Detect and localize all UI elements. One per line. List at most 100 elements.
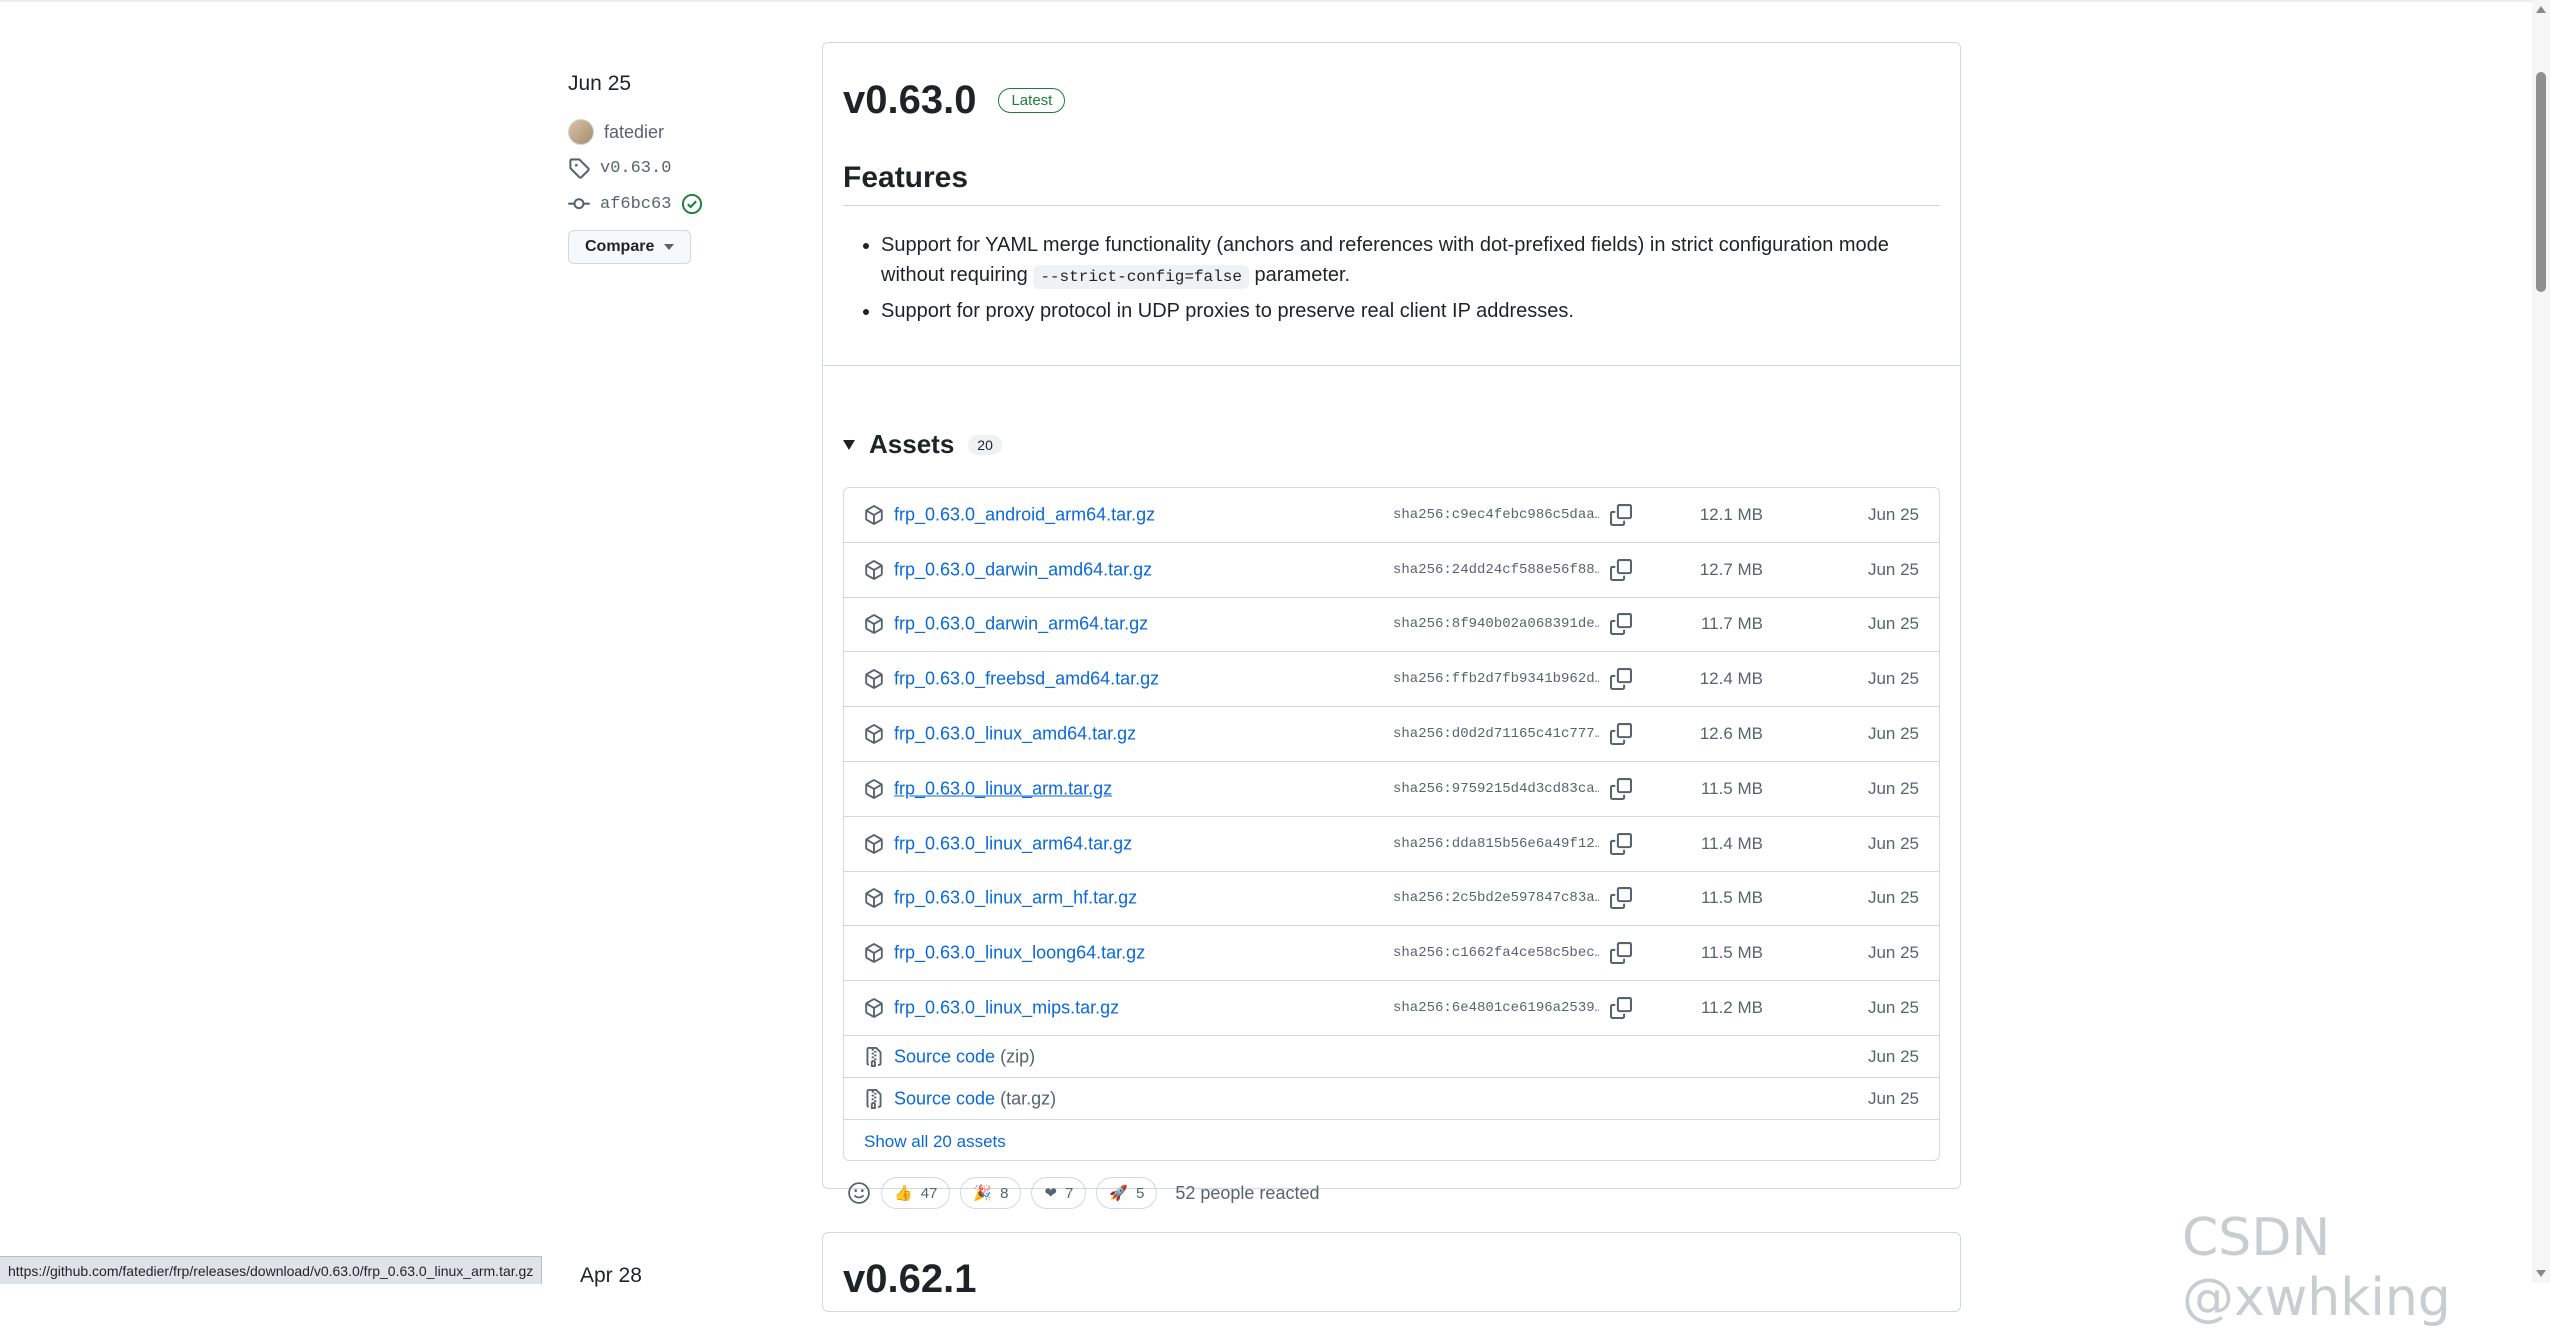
- reaction-summary[interactable]: 52 people reacted: [1175, 1183, 1319, 1204]
- asset-download-link[interactable]: frp_0.63.0_darwin_amd64.tar.gz: [894, 559, 1152, 580]
- asset-download-link[interactable]: frp_0.63.0_linux_mips.tar.gz: [894, 998, 1119, 1019]
- asset-download-link[interactable]: frp_0.63.0_linux_loong64.tar.gz: [894, 943, 1145, 964]
- package-icon: [864, 888, 884, 909]
- assets-list: Show all 20 assets frp_0.63.0_android_ar…: [843, 487, 1940, 1161]
- avatar[interactable]: [568, 119, 594, 145]
- package-icon: [864, 779, 884, 799]
- add-reaction-smiley-icon[interactable]: [847, 1181, 871, 1205]
- reaction-count: 7: [1064, 1184, 1074, 1202]
- copy-icon[interactable]: [1610, 558, 1632, 581]
- link-status-bar: https://github.com/fatedier/frp/releases…: [0, 1256, 543, 1284]
- asset-row: frp_0.63.0_linux_amd64.tar.gz sha256:d0d2…: [844, 707, 1939, 762]
- asset-sha256: sha256:d0d2d71165c41c777…: [1393, 726, 1599, 743]
- asset-download-link[interactable]: frp_0.63.0_linux_amd64.tar.gz: [894, 724, 1136, 745]
- asset-row: frp_0.63.0_linux_arm_hf.tar.gz sha256:2c5…: [844, 872, 1939, 927]
- commit-icon: [568, 198, 590, 210]
- asset-sha256: sha256:2c5bd2e597847c83a…: [1393, 890, 1599, 907]
- source-code-label: Source code: [894, 1046, 996, 1066]
- copy-icon[interactable]: [1610, 832, 1632, 855]
- asset-size: 11.5 MB: [1700, 888, 1763, 908]
- reaction-button[interactable]: ❤ 7: [1031, 1177, 1087, 1209]
- asset-download-link[interactable]: frp_0.63.0_linux_arm.tar.gz: [894, 778, 1112, 799]
- asset-download-link[interactable]: frp_0.63.0_linux_arm_hf.tar.gz: [894, 888, 1137, 909]
- asset-size: 12.4 MB: [1699, 669, 1763, 689]
- release-date: Jun 25: [568, 72, 632, 95]
- asset-size: 12.1 MB: [1699, 504, 1763, 524]
- compare-button[interactable]: Compare: [568, 230, 692, 264]
- reaction-button[interactable]: 👍 47: [881, 1177, 951, 1209]
- source-code-link[interactable]: Source code (tar.gz): [894, 1088, 1056, 1109]
- watermark: CSDN @xwhking: [2182, 1208, 2451, 1328]
- tag-link[interactable]: v0.63.0: [600, 159, 671, 178]
- asset-download-link[interactable]: frp_0.63.0_android_arm64.tar.gz: [894, 504, 1155, 525]
- verified-check-icon[interactable]: [681, 193, 703, 215]
- asset-row: frp_0.63.0_android_arm64.tar.gz sha256:c9…: [844, 488, 1939, 543]
- release-notes: Support for YAML merge functionality (an…: [843, 230, 1940, 326]
- asset-sha256: sha256:24dd24cf588e56f88…: [1393, 561, 1599, 578]
- package-icon: [864, 559, 884, 580]
- reaction-emoji: 🚀: [1109, 1185, 1129, 1202]
- release-meta: Jun 25 fatedier v0.63.0 af6bc63 Compare: [568, 72, 768, 264]
- copy-icon[interactable]: [1610, 613, 1632, 636]
- asset-size: 11.5 MB: [1700, 778, 1763, 798]
- release-header: v0.63.0 Latest: [843, 43, 1940, 153]
- note-text: Support for proxy protocol in UDP proxie…: [881, 300, 1574, 322]
- copy-icon[interactable]: [1610, 942, 1632, 965]
- copy-icon[interactable]: [1610, 723, 1632, 746]
- chevron-down-icon: [664, 244, 675, 250]
- note-item: Support for YAML merge functionality (an…: [881, 230, 1940, 292]
- release-title[interactable]: v0.63.0: [843, 78, 976, 123]
- asset-sha256: sha256:9759215d4d3cd83ca…: [1393, 780, 1599, 797]
- file-zip-icon: [864, 1046, 884, 1067]
- asset-size: 11.4 MB: [1700, 833, 1763, 853]
- assets-toggle[interactable]: Assets 20: [843, 429, 1002, 460]
- copy-icon[interactable]: [1610, 668, 1632, 691]
- reaction-emoji: 👍: [894, 1185, 913, 1202]
- asset-sha256: sha256:6e4801ce6196a2539…: [1393, 1000, 1599, 1017]
- commit-link[interactable]: af6bc63: [600, 195, 671, 214]
- copy-icon[interactable]: [1610, 777, 1632, 800]
- asset-download-link[interactable]: frp_0.63.0_freebsd_amd64.tar.gz: [894, 669, 1159, 690]
- asset-row: frp_0.63.0_linux_loong64.tar.gz sha256:c1…: [844, 926, 1939, 982]
- asset-row: frp_0.63.0_linux_arm64.tar.gz sha256:dda8…: [844, 817, 1939, 872]
- author-row[interactable]: fatedier: [568, 114, 768, 150]
- latest-badge: Latest: [998, 87, 1066, 113]
- asset-row: frp_0.63.0_freebsd_amd64.tar.gz sha256:ff…: [844, 652, 1939, 708]
- package-icon: [864, 669, 884, 690]
- asset-download-link[interactable]: frp_0.63.0_linux_arm64.tar.gz: [894, 833, 1132, 854]
- asset-date: Jun 25: [1867, 504, 1919, 524]
- features-heading: Features: [843, 161, 1940, 206]
- asset-date: Jun 25: [1867, 724, 1919, 744]
- package-icon: [864, 724, 884, 744]
- scroll-thumb[interactable]: [2536, 72, 2546, 292]
- source-code-link[interactable]: Source code (zip): [894, 1046, 1035, 1067]
- next-release-date: Apr 28: [580, 1264, 642, 1287]
- reaction-button[interactable]: 🎉 8: [960, 1177, 1022, 1209]
- compare-label: Compare: [585, 238, 655, 255]
- copy-icon[interactable]: [1610, 997, 1632, 1020]
- package-icon: [864, 505, 884, 525]
- copy-icon[interactable]: [1610, 503, 1632, 526]
- scroll-up-arrow-icon[interactable]: [2536, 6, 2546, 13]
- copy-icon[interactable]: [1610, 887, 1632, 910]
- show-all-assets-link[interactable]: Show all 20 assets: [864, 1132, 1006, 1152]
- release-card: v0.63.0 Latest Features Support for YAML…: [822, 42, 1961, 1209]
- source-code-row: Source code (tar.gz) Jun 25: [844, 1078, 1939, 1120]
- asset-date: Jun 25: [1867, 778, 1919, 798]
- reaction-button[interactable]: 🚀 5: [1096, 1177, 1158, 1209]
- tag-row[interactable]: v0.63.0: [568, 150, 768, 186]
- asset-row: frp_0.63.0_darwin_arm64.tar.gz sha256:8f9…: [844, 598, 1939, 653]
- asset-sha256: sha256:c1662fa4ce58c5bec…: [1393, 945, 1599, 962]
- commit-row[interactable]: af6bc63: [568, 186, 768, 222]
- asset-size: 12.6 MB: [1699, 724, 1763, 744]
- asset-download-link[interactable]: frp_0.63.0_darwin_arm64.tar.gz: [894, 614, 1148, 635]
- author-link[interactable]: fatedier: [604, 122, 664, 143]
- next-release-title[interactable]: v0.62.1: [843, 1257, 976, 1302]
- note-item: Support for proxy protocol in UDP proxie…: [881, 296, 1940, 326]
- asset-date: Jun 25: [1867, 559, 1919, 579]
- source-code-format: (zip): [1000, 1046, 1036, 1066]
- scroll-down-arrow-icon[interactable]: [2536, 1270, 2546, 1277]
- vertical-scrollbar[interactable]: [2532, 0, 2550, 1283]
- asset-row: frp_0.63.0_linux_mips.tar.gz sha256:6e480…: [844, 981, 1939, 1036]
- asset-date: Jun 25: [1867, 943, 1919, 963]
